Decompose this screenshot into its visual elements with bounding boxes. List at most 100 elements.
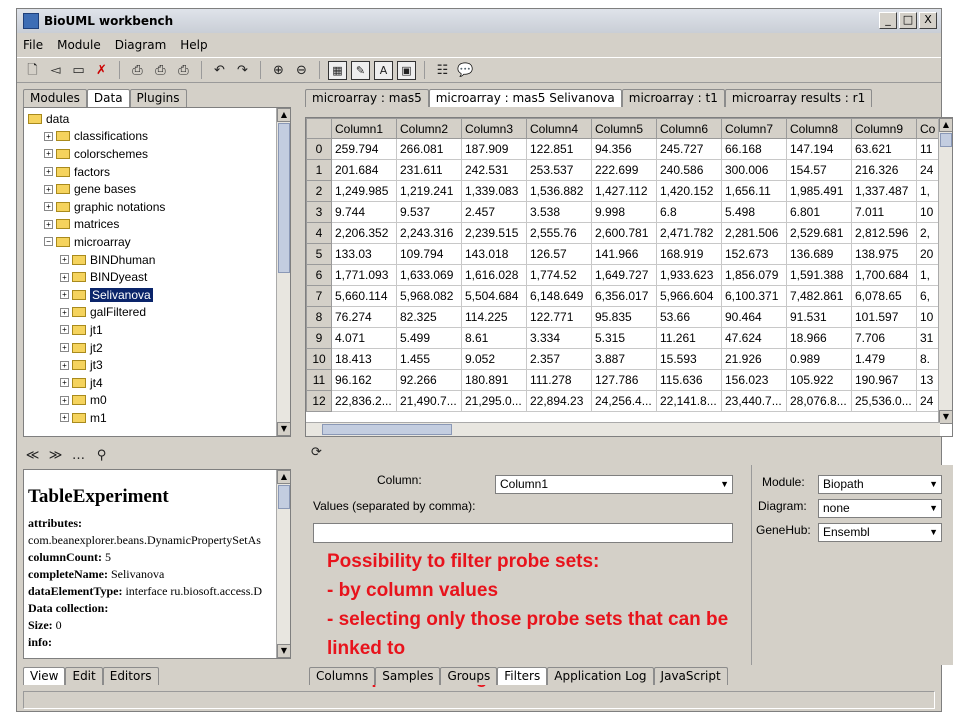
select-icon[interactable]: ▦ [328, 60, 347, 80]
tree-item[interactable]: + classifications [24, 128, 290, 146]
undo-icon[interactable]: ↶ [210, 61, 229, 80]
tree-item[interactable]: + m1 [24, 409, 290, 427]
tree-item[interactable]: + jt1 [24, 321, 290, 339]
table-cell[interactable]: 180.891 [461, 369, 527, 391]
column-header[interactable]: Column8 [786, 118, 852, 139]
table-cell[interactable]: 109.794 [396, 243, 462, 265]
property-scrollbar[interactable]: ▲ ▼ [276, 470, 290, 658]
table-row[interactable]: 6 1,771.093 1,633.069 1,616.028 1,774.52 1,64… [306, 264, 947, 286]
table-cell[interactable]: 147.194 [786, 138, 852, 160]
tree-item[interactable]: + BINDyeast [24, 268, 290, 286]
tree-item[interactable]: + jt2 [24, 339, 290, 357]
table-vscrollbar[interactable]: ▲ ▼ [938, 118, 952, 424]
table-cell[interactable]: 1,536.882 [526, 180, 592, 202]
more-icon[interactable]: … [69, 446, 88, 465]
table-cell[interactable]: 1,337.487 [851, 180, 917, 202]
table-cell[interactable]: 2,812.596 [851, 222, 917, 244]
column-header[interactable]: Column3 [461, 118, 527, 139]
table-cell[interactable]: 253.537 [526, 159, 592, 181]
table-row[interactable]: 1 201.684 231.611 242.531 253.537 222.699 240.… [306, 159, 947, 181]
table-cell[interactable]: 0.989 [786, 348, 852, 370]
table-cell[interactable]: 115.636 [656, 369, 722, 391]
table-cell[interactable]: 127.786 [591, 369, 657, 391]
genehub-select[interactable]: Ensembl ▼ [818, 523, 942, 542]
scroll-down-icon[interactable]: ▼ [277, 422, 290, 436]
new-file-icon[interactable]: 🗋 [23, 61, 42, 80]
table-cell[interactable]: 1,649.727 [591, 264, 657, 286]
table-cell[interactable]: 216.326 [851, 159, 917, 181]
table-cell[interactable]: 190.967 [851, 369, 917, 391]
table-cell[interactable]: 1.455 [396, 348, 462, 370]
table-cell[interactable]: 240.586 [656, 159, 722, 181]
table-cell[interactable]: 9.537 [396, 201, 462, 223]
table-cell[interactable]: 1,700.684 [851, 264, 917, 286]
table-row[interactable]: 0 259.794 266.081 187.909 122.851 94.356 245.7… [306, 138, 947, 160]
table-cell[interactable]: 3.334 [526, 327, 592, 349]
tree-item[interactable]: − microarray [24, 233, 290, 251]
module-select[interactable]: Biopath ▼ [818, 475, 942, 494]
table-cell[interactable]: 66.168 [721, 138, 787, 160]
table-cell[interactable]: 126.57 [526, 243, 592, 265]
table-cell[interactable]: 154.57 [786, 159, 852, 181]
table-cell[interactable]: 2,600.781 [591, 222, 657, 244]
column-header[interactable]: Column1 [331, 118, 397, 139]
table-cell[interactable]: 3.887 [591, 348, 657, 370]
tab-filters[interactable]: Filters [497, 667, 548, 685]
table-cell[interactable]: 4.071 [331, 327, 397, 349]
maximize-button[interactable]: □ [899, 12, 917, 29]
table-cell[interactable]: 6.801 [786, 201, 852, 223]
table-cell[interactable]: 90.464 [721, 306, 787, 328]
row-header[interactable]: 0 [306, 138, 332, 160]
table-cell[interactable]: 136.689 [786, 243, 852, 265]
open-icon[interactable]: ◅ [46, 61, 65, 80]
row-header[interactable]: 12 [306, 390, 332, 412]
table-row[interactable]: 2 1,249.985 1,219.241 1,339.083 1,536.882 1,4… [306, 180, 947, 202]
expand-icon[interactable]: + [60, 307, 69, 317]
scroll-thumb[interactable] [940, 133, 952, 147]
table-row[interactable]: 9 4.071 5.499 8.61 3.334 5.315 11.261 47.624 18.… [306, 327, 947, 349]
row-header[interactable]: 11 [306, 369, 332, 391]
table-cell[interactable]: 222.699 [591, 159, 657, 181]
table-cell[interactable]: 5,968.082 [396, 285, 462, 307]
table-cell[interactable]: 141.966 [591, 243, 657, 265]
table-cell[interactable]: 6,356.017 [591, 285, 657, 307]
table-cell[interactable]: 245.727 [656, 138, 722, 160]
table-cell[interactable]: 122.771 [526, 306, 592, 328]
diagram-select[interactable]: none ▼ [818, 499, 942, 518]
tab-mas5-selivanova[interactable]: microarray : mas5 Selivanova [428, 89, 622, 107]
table-cell[interactable]: 18.966 [786, 327, 852, 349]
table-cell[interactable]: 138.975 [851, 243, 917, 265]
table-cell[interactable]: 187.909 [461, 138, 527, 160]
table-cell[interactable]: 133.03 [331, 243, 397, 265]
row-header[interactable]: 1 [306, 159, 332, 181]
expand-icon[interactable]: + [60, 360, 69, 370]
table-row[interactable]: 11 96.162 92.266 180.891 111.278 127.786 115.6… [306, 369, 947, 391]
page-setup-icon[interactable]: ⎙ [174, 61, 193, 80]
column-header[interactable]: Column6 [656, 118, 722, 139]
expand-icon[interactable]: + [60, 272, 69, 282]
table-cell[interactable]: 47.624 [721, 327, 787, 349]
table-row[interactable]: 10 18.413 1.455 9.052 2.357 3.887 15.593 21.926… [306, 348, 947, 370]
close-button[interactable]: X [919, 12, 937, 29]
table-cell[interactable]: 8.61 [461, 327, 527, 349]
row-header[interactable]: 4 [306, 222, 332, 244]
table-cell[interactable]: 101.597 [851, 306, 917, 328]
table-cell[interactable]: 111.278 [526, 369, 592, 391]
table-cell[interactable]: 18.413 [331, 348, 397, 370]
column-header[interactable]: Column9 [851, 118, 917, 139]
table-cell[interactable]: 1,249.985 [331, 180, 397, 202]
table-cell[interactable]: 91.531 [786, 306, 852, 328]
expand-icon[interactable]: + [60, 395, 69, 405]
row-header[interactable]: 3 [306, 201, 332, 223]
table-cell[interactable]: 143.018 [461, 243, 527, 265]
table-cell[interactable]: 22,141.8... [656, 390, 722, 412]
table-cell[interactable]: 1,774.52 [526, 264, 592, 286]
table-cell[interactable]: 242.531 [461, 159, 527, 181]
column-header[interactable]: Column2 [396, 118, 462, 139]
table-cell[interactable]: 122.851 [526, 138, 592, 160]
refresh-icon[interactable]: ⟳ [307, 443, 326, 462]
table-cell[interactable]: 11.261 [656, 327, 722, 349]
table-cell[interactable]: 76.274 [331, 306, 397, 328]
table-row[interactable]: 4 2,206.352 2,243.316 2,239.515 2,555.76 2,60… [306, 222, 947, 244]
table-cell[interactable]: 21,295.0... [461, 390, 527, 412]
